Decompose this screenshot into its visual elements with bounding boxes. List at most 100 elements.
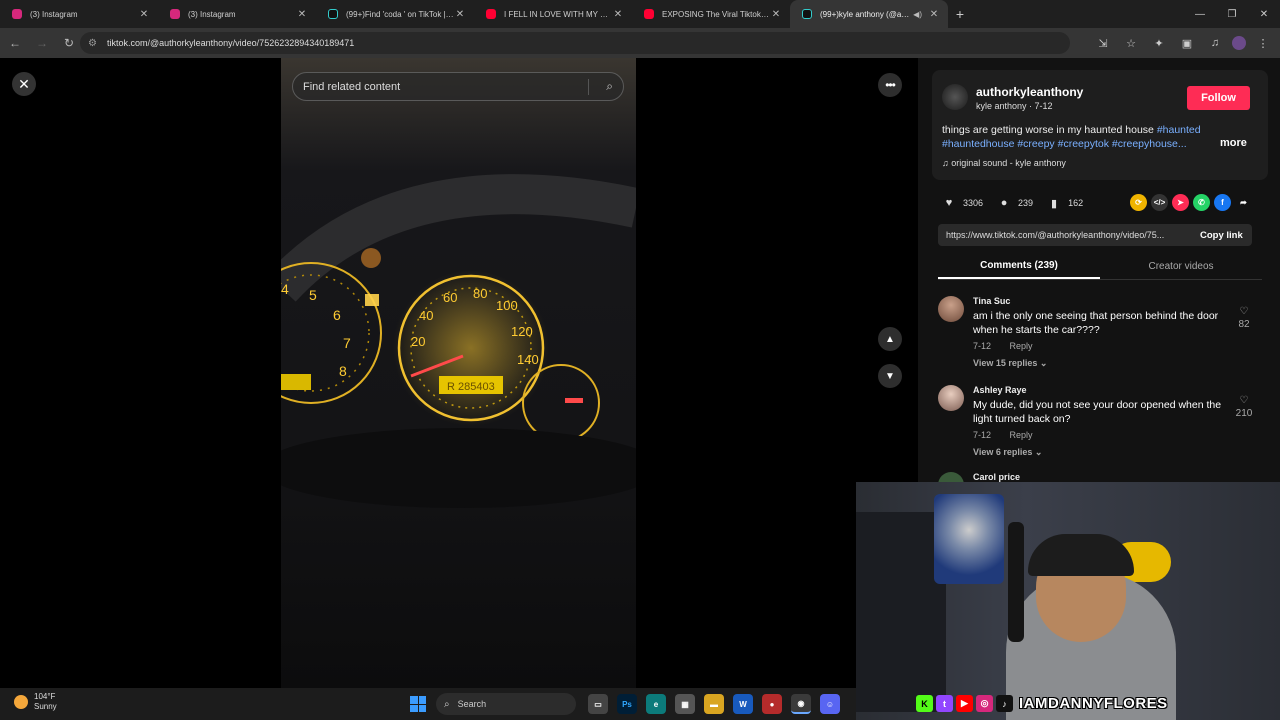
hashtag-link[interactable]: #hauntedhouse <box>942 138 1014 150</box>
close-icon[interactable]: ✕ <box>770 9 782 20</box>
share-arrow-icon[interactable]: ➦ <box>1235 194 1252 211</box>
close-video-button[interactable]: ✕ <box>12 72 36 96</box>
facebook-icon[interactable]: f <box>1214 194 1231 211</box>
comment-like-button[interactable]: ♡ 82 <box>1234 306 1254 330</box>
photoshop-icon[interactable]: Ps <box>617 694 637 714</box>
extensions-icon[interactable]: ✦ <box>1148 32 1170 54</box>
tab-title: (3) Instagram <box>30 9 78 19</box>
close-icon[interactable]: ✕ <box>454 9 466 20</box>
comment-like-count: 210 <box>1235 408 1253 419</box>
browser-tab-active[interactable]: (99+)kyle anthony (@autho ◀) ✕ <box>790 0 948 28</box>
twitch-icon: t <box>936 695 953 712</box>
browser-tab[interactable]: EXPOSING The Viral Tiktoker W ✕ <box>632 0 790 28</box>
save-count: 162 <box>1068 198 1084 208</box>
tab-title: I FELL IN LOVE WITH MY PSYCH <box>504 9 612 19</box>
close-icon[interactable]: ✕ <box>612 9 624 20</box>
tab-creator-videos[interactable]: Creator videos <box>1100 254 1262 279</box>
embed-icon[interactable]: </> <box>1151 194 1168 211</box>
search-icon[interactable]: ⌕ <box>606 79 613 94</box>
send-icon[interactable]: ➤ <box>1172 194 1189 211</box>
hashtag-link[interactable]: #creepyhouse... <box>1112 138 1187 150</box>
close-icon[interactable]: ✕ <box>928 9 940 20</box>
store-icon[interactable]: ▦ <box>675 694 695 714</box>
discord-icon[interactable]: ☺ <box>820 694 840 714</box>
username[interactable]: authorkyleanthony <box>976 85 1083 99</box>
follow-button[interactable]: Follow <box>1187 86 1250 110</box>
comment-button[interactable]: ● 239 <box>997 196 1033 210</box>
close-icon[interactable]: ✕ <box>138 9 150 20</box>
tiktok-icon: ♪ <box>996 695 1013 712</box>
browser-tab[interactable]: (3) Instagram ✕ <box>158 0 316 28</box>
tab-comments[interactable]: Comments (239) <box>938 254 1100 279</box>
whatsapp-icon[interactable]: ✆ <box>1193 194 1210 211</box>
windows-start-icon[interactable] <box>410 696 426 712</box>
forward-icon[interactable]: → <box>30 31 54 55</box>
media-icon[interactable]: ♫ <box>1204 32 1226 54</box>
more-button[interactable]: more <box>1220 137 1247 149</box>
restore-icon[interactable]: ❐ <box>1216 0 1248 28</box>
avatar[interactable] <box>938 296 964 322</box>
more-options-button[interactable]: ••• <box>878 73 902 97</box>
recorder-icon[interactable]: ● <box>762 694 782 714</box>
avatar[interactable] <box>938 385 964 411</box>
url-text: tiktok.com/@authorkyleanthony/video/7526… <box>106 38 355 48</box>
commenter-name[interactable]: Carol price <box>973 472 1020 482</box>
bookmark-star-icon[interactable]: ☆ <box>1120 32 1142 54</box>
comment-like-button[interactable]: ♡ 210 <box>1234 395 1254 419</box>
avatar[interactable] <box>942 84 968 110</box>
repost-icon[interactable]: ⟳ <box>1130 194 1147 211</box>
like-button[interactable]: ♥ 3306 <box>942 196 983 210</box>
browser-toolbar: ← → ↻ ⚙ tiktok.com/@authorkyleanthony/vi… <box>0 28 1280 58</box>
previous-video-button[interactable]: ▲ <box>878 327 902 351</box>
hashtag-link[interactable]: #creepytok <box>1058 138 1109 150</box>
next-video-button[interactable]: ▼ <box>878 364 902 388</box>
address-bar[interactable]: ⚙ tiktok.com/@authorkyleanthony/video/75… <box>80 32 1070 54</box>
close-window-icon[interactable]: ✕ <box>1248 0 1280 28</box>
edge-icon[interactable]: e <box>646 694 666 714</box>
svg-text:7: 7 <box>343 335 351 351</box>
reload-icon[interactable]: ↻ <box>57 31 81 55</box>
taskbar-search[interactable]: ⌕ Search <box>436 693 576 715</box>
taskbar-search-label: Search <box>457 699 487 709</box>
install-icon[interactable]: ⇲ <box>1092 32 1114 54</box>
tiktok-icon <box>328 9 338 19</box>
view-replies-button[interactable]: View 6 replies ⌄ <box>973 447 1042 458</box>
profile-avatar[interactable] <box>1232 36 1246 50</box>
video-player[interactable]: 4 5 6 7 8 20 40 60 80 100 120 140 R 2854… <box>281 58 636 688</box>
comment-icon: ● <box>1000 197 1008 209</box>
commenter-name[interactable]: Tina Suc <box>973 296 1010 306</box>
kick-icon: K <box>916 695 933 712</box>
close-icon[interactable]: ✕ <box>296 9 308 20</box>
reply-button[interactable]: Reply <box>1010 341 1033 351</box>
word-icon[interactable]: W <box>733 694 753 714</box>
sound-link[interactable]: ♫ original sound - kyle anthony <box>942 158 1066 168</box>
browser-tab[interactable]: (99+)Find 'coda ' on TikTok | Ti ✕ <box>316 0 474 28</box>
bookmark-icon: ▮ <box>1051 197 1058 210</box>
browser-tab[interactable]: (3) Instagram ✕ <box>0 0 158 28</box>
site-info-icon[interactable]: ⚙ <box>88 38 97 49</box>
weather-widget[interactable]: 104°F Sunny <box>14 692 57 712</box>
share-buttons: ⟳ </> ➤ ✆ f ➦ <box>1130 194 1252 211</box>
related-search-input[interactable]: Find related content ⌕ <box>292 72 624 101</box>
new-tab-button[interactable]: + <box>948 0 972 28</box>
minimize-icon[interactable]: — <box>1184 0 1216 28</box>
hashtag-link[interactable]: #creepy <box>1017 138 1054 150</box>
commenter-name[interactable]: Ashley Raye <box>973 385 1027 395</box>
music-note-icon: ♫ <box>942 158 952 168</box>
author-subline: kyle anthony · 7-12 <box>976 101 1053 111</box>
save-button[interactable]: ▮ 162 <box>1047 196 1083 210</box>
file-explorer-icon[interactable]: ▬ <box>704 694 724 714</box>
back-icon[interactable]: ← <box>3 31 27 55</box>
chrome-icon[interactable]: ◉ <box>791 694 811 714</box>
browser-tab[interactable]: I FELL IN LOVE WITH MY PSYCH ✕ <box>474 0 632 28</box>
task-view-icon[interactable]: ▭ <box>588 694 608 714</box>
sidepanel-icon[interactable]: ▣ <box>1176 32 1198 54</box>
view-replies-button[interactable]: View 15 replies ⌄ <box>973 358 1047 369</box>
reply-button[interactable]: Reply <box>1010 430 1033 440</box>
video-link-text[interactable]: https://www.tiktok.com/@authorkyleanthon… <box>946 230 1188 240</box>
windows-taskbar: 104°F Sunny ⌕ Search ▭ Ps e ▦ ▬ W ● ◉ ☺ <box>0 688 856 720</box>
hashtag-link[interactable]: #haunted <box>1157 124 1201 136</box>
copy-link-button[interactable]: Copy link <box>1200 230 1243 241</box>
speaker-icon[interactable]: ◀) <box>913 10 922 19</box>
menu-icon[interactable]: ⋮ <box>1252 32 1274 54</box>
